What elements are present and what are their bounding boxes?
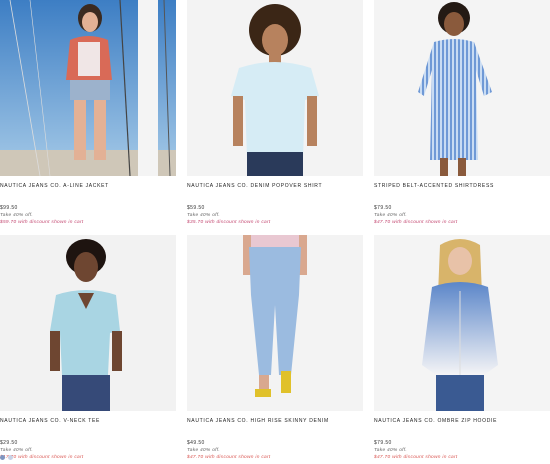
promo-text: Take 40% off. <box>0 213 34 218</box>
product-image[interactable] <box>0 235 176 411</box>
color-swatch[interactable] <box>8 455 13 460</box>
product-image[interactable] <box>187 235 363 411</box>
product-card[interactable]: STRIPED BELT-ACCENTED SHIRTDRESS $79.50 … <box>374 0 550 225</box>
product-card[interactable]: NAUTICA JEANS CO. DENIM POPOVER SHIRT $5… <box>187 0 363 225</box>
discount-price: $47.70 with discount shown in cart <box>187 455 271 460</box>
product-image[interactable] <box>0 0 176 176</box>
discount-price: $17.70 with discount shown in cart <box>0 455 84 460</box>
product-card[interactable]: NAUTICA JEANS CO. OMBRE ZIP HOODIE $79.5… <box>374 235 550 460</box>
color-swatch[interactable] <box>0 455 5 460</box>
discount-price: $59.70 with discount shown in cart <box>0 220 84 225</box>
product-name[interactable]: NAUTICA JEANS CO. A-LINE JACKET <box>0 183 176 189</box>
product-name[interactable]: STRIPED BELT-ACCENTED SHIRTDRESS <box>374 183 550 189</box>
product-card[interactable]: NAUTICA JEANS CO. A-LINE JACKET $99.50 T… <box>0 0 176 225</box>
color-swatches <box>0 455 13 460</box>
discount-price: $35.70 with discount shown in cart <box>187 220 271 225</box>
promo-text: Take 40% off. <box>0 448 34 453</box>
product-name[interactable]: NAUTICA JEANS CO. OMBRE ZIP HOODIE <box>374 418 550 424</box>
product-photo-popover-shirt <box>187 0 363 176</box>
product-photo-skinny-denim <box>187 235 363 411</box>
product-name[interactable]: NAUTICA JEANS CO. HIGH RISE SKINNY DENIM <box>187 418 363 424</box>
promo-text: Take 40% off. <box>374 448 408 453</box>
product-image[interactable] <box>374 0 550 176</box>
product-card[interactable]: NAUTICA JEANS CO. V-NECK TEE $29.50 Take… <box>0 235 176 460</box>
product-photo-shirtdress <box>374 0 550 176</box>
discount-price: $47.70 with discount shown in cart <box>374 455 458 460</box>
product-card[interactable]: NAUTICA JEANS CO. HIGH RISE SKINNY DENIM… <box>187 235 363 460</box>
product-photo-vneck-tee <box>0 235 176 411</box>
product-photo-zip-hoodie <box>374 235 550 411</box>
product-price: $49.50 <box>187 440 205 446</box>
product-name[interactable]: NAUTICA JEANS CO. V-NECK TEE <box>0 418 176 424</box>
product-price: $29.50 <box>0 440 18 446</box>
product-price: $99.50 <box>0 205 18 211</box>
discount-price: $47.70 with discount shown in cart <box>374 220 458 225</box>
product-price: $79.50 <box>374 440 392 446</box>
product-price: $79.50 <box>374 205 392 211</box>
product-image[interactable] <box>187 0 363 176</box>
product-photo-jacket <box>0 0 176 176</box>
product-image[interactable] <box>374 235 550 411</box>
promo-text: Take 40% off. <box>187 448 221 453</box>
product-name[interactable]: NAUTICA JEANS CO. DENIM POPOVER SHIRT <box>187 183 363 189</box>
product-price: $59.50 <box>187 205 205 211</box>
promo-text: Take 40% off. <box>187 213 221 218</box>
promo-text: Take 40% off. <box>374 213 408 218</box>
